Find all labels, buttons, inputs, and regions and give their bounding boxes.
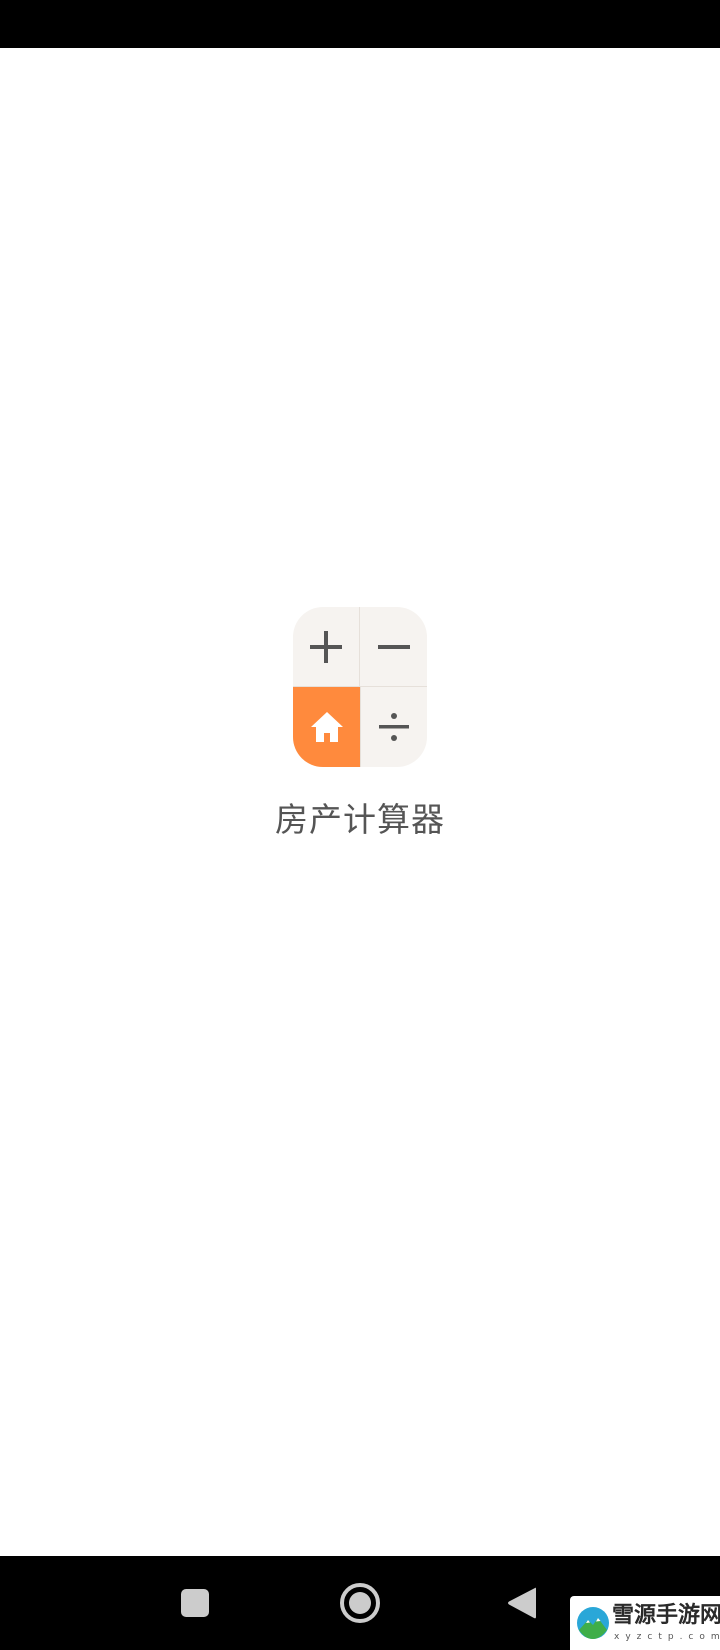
app-icon — [293, 607, 427, 767]
watermark-subtitle: xyzctp.com — [614, 1632, 720, 1642]
screen: 房产计算器 雪源手游网 xyzctp.com — [0, 0, 720, 1650]
house-icon — [310, 712, 343, 742]
icon-cell-house — [293, 687, 360, 767]
recent-apps-button[interactable] — [170, 1578, 220, 1628]
divide-icon — [379, 713, 409, 741]
watermark: 雪源手游网 xyzctp.com — [570, 1596, 720, 1650]
back-icon — [508, 1587, 536, 1619]
back-button[interactable] — [497, 1578, 547, 1628]
minus-icon — [377, 644, 410, 649]
icon-cell-plus — [293, 607, 360, 687]
icon-cell-minus — [360, 607, 427, 687]
plus-icon — [310, 630, 342, 663]
icon-cell-divide — [360, 687, 427, 767]
home-button[interactable] — [335, 1578, 385, 1628]
status-bar — [0, 0, 720, 48]
watermark-logo-icon — [577, 1607, 609, 1639]
watermark-title: 雪源手游网 — [612, 1602, 720, 1628]
recent-apps-icon — [181, 1589, 209, 1617]
app-name: 房产计算器 — [275, 800, 445, 839]
home-icon — [340, 1583, 380, 1623]
splash-screen: 房产计算器 — [0, 606, 720, 846]
